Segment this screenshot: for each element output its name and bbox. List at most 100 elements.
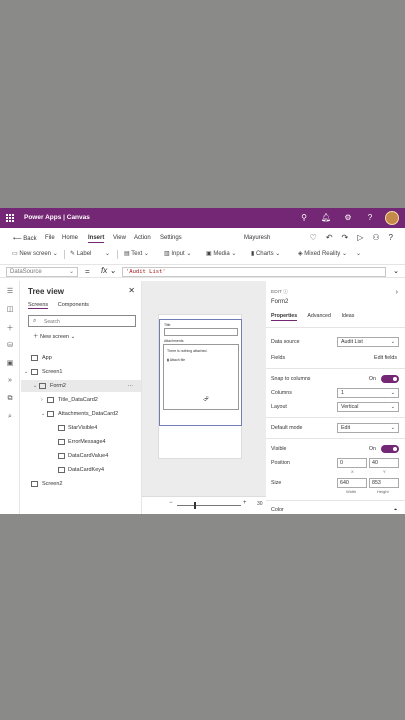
charts-button[interactable]: ▮ Charts ⌄ — [251, 250, 280, 257]
edit-label: EDIT ⓘ — [271, 290, 288, 295]
tab-advanced[interactable]: Advanced — [307, 313, 331, 319]
help-icon[interactable]: ? — [389, 233, 393, 242]
tab-ideas[interactable]: Ideas — [341, 313, 354, 319]
tree-node-screen2[interactable]: Screen2 — [21, 478, 141, 490]
notification-icon[interactable]: 🔔︎ — [321, 213, 331, 223]
more-commands-icon[interactable]: ⌄ — [356, 250, 361, 257]
power-automate-icon[interactable]: » — [5, 377, 15, 387]
position-x-input[interactable]: 0 — [337, 458, 367, 468]
variables-icon[interactable]: ⧉ — [5, 395, 15, 405]
snap-toggle[interactable] — [381, 375, 399, 383]
play-icon[interactable]: ▷ — [357, 233, 363, 242]
menu-action[interactable]: Action — [134, 235, 151, 241]
environment-icon[interactable]: ⚲ — [299, 213, 309, 223]
mixed-reality-button[interactable]: ◈ Mixed Reality ⌄ — [298, 250, 347, 257]
attachments-control[interactable]: There is nothing attached. ▮ Attach file — [163, 344, 239, 410]
tree-node-starvisible[interactable]: StarVisible4 — [21, 422, 141, 434]
menu-home[interactable]: Home — [62, 235, 78, 241]
undo-icon[interactable]: ↶ — [326, 233, 333, 242]
menu-settings[interactable]: Settings — [160, 235, 182, 241]
menu-insert[interactable]: Insert — [88, 235, 105, 243]
visible-toggle[interactable] — [381, 445, 399, 453]
share-icon[interactable]: ⚇ — [372, 233, 379, 242]
tree-node-title-datacard[interactable]: › Title_DataCard2 — [21, 394, 141, 406]
layout-dropdown[interactable]: Vertical ⌄ — [337, 402, 399, 412]
media-button[interactable]: ▣ Media ⌄ — [206, 250, 236, 257]
zoom-level: 30 — [257, 501, 263, 507]
search-icon[interactable]: ⌕ — [5, 413, 15, 423]
position-y-input[interactable]: 40 — [369, 458, 399, 468]
tree-node-errormessage[interactable]: ErrorMessage4 — [21, 436, 141, 448]
app-launcher-icon[interactable] — [6, 214, 14, 222]
new-screen-button[interactable]: ▭ New screen ⌄ — [12, 250, 58, 257]
text-button[interactable]: ▤ Text ⌄ — [124, 250, 149, 257]
chevron-down-icon[interactable]: ⌄ — [33, 380, 37, 392]
tree-node-screen1[interactable]: ⌄ Screen1 — [21, 366, 141, 378]
fx-icon[interactable]: fx ⌄ — [101, 266, 116, 275]
tab-properties[interactable]: Properties — [271, 313, 298, 321]
zoom-in-icon[interactable]: + — [243, 500, 247, 506]
form-icon — [39, 383, 46, 389]
zoom-out-icon[interactable]: − — [169, 500, 173, 506]
media-icon[interactable]: ▣ — [5, 359, 15, 369]
design-canvas[interactable]: Title Attachments There is nothing attac… — [142, 281, 266, 496]
default-mode-dropdown[interactable]: Edit ⌄ — [337, 423, 399, 433]
tree-node-datacardkey[interactable]: DataCardKey4 — [21, 464, 141, 476]
back-button[interactable]: ⟵ Back — [13, 235, 37, 242]
tree-node-form2[interactable]: ⌄ Form2 ··· — [21, 380, 141, 392]
expand-formula-icon[interactable]: ⌄ — [393, 267, 399, 275]
more-options-icon[interactable]: ··· — [128, 380, 134, 392]
formula-input[interactable]: 'Audit List' — [122, 267, 386, 277]
menu-file[interactable]: File — [45, 235, 55, 241]
app-icon — [31, 355, 38, 361]
data-icon[interactable]: ⛁ — [5, 341, 15, 351]
menu-icon[interactable]: ☰ — [5, 287, 15, 297]
fields-row: Fields Edit fields — [271, 355, 397, 361]
close-icon[interactable]: ✕ — [128, 286, 135, 295]
expand-icon[interactable]: ⌄ — [105, 250, 110, 257]
property-dropdown[interactable]: DataSource ⌄ — [6, 267, 78, 277]
height-input[interactable]: 853 — [369, 478, 399, 488]
mouse-cursor-icon: ⮰ — [203, 396, 209, 403]
width-input[interactable]: 640 — [337, 478, 367, 488]
tab-screens[interactable]: Screens — [28, 302, 49, 309]
tab-components[interactable]: Components — [58, 302, 89, 308]
zoom-slider-handle[interactable] — [194, 502, 196, 509]
attach-file-link[interactable]: ▮ Attach file — [167, 358, 185, 362]
health-check-icon[interactable]: ♡ — [310, 233, 317, 242]
chevron-right-icon[interactable]: › — [41, 394, 43, 406]
title-input[interactable] — [164, 328, 238, 336]
chevron-down-icon[interactable]: ⌄ — [24, 366, 28, 378]
search-input[interactable]: ⌕ Search — [28, 315, 136, 327]
data-source-dropdown[interactable]: Audit List ⌄ — [337, 337, 399, 347]
color-row: Color ⌖ — [271, 507, 397, 514]
no-attachment-text: There is nothing attached. — [167, 349, 208, 353]
edit-fields-link[interactable]: Edit fields — [374, 355, 397, 361]
new-screen-button[interactable]: ＋ New screen ⌄ — [33, 332, 75, 340]
columns-dropdown[interactable]: 1 ⌄ — [337, 388, 399, 398]
chevron-down-icon[interactable]: ⌄ — [41, 408, 45, 420]
tree-view-icon[interactable]: ◫ — [5, 305, 15, 315]
menu-view[interactable]: View — [113, 235, 126, 241]
zoom-slider[interactable] — [177, 505, 241, 506]
chevron-right-icon[interactable]: › — [396, 289, 398, 296]
tree-node-datacardvalue[interactable]: DataCardValue4 — [21, 450, 141, 462]
card-icon — [47, 397, 54, 403]
formula-bar: DataSource ⌄ = fx ⌄ 'Audit List' ⌄ — [0, 264, 405, 278]
label-button[interactable]: ✎ Label — [70, 250, 91, 257]
color-picker-icon[interactable]: ⌖ — [394, 507, 397, 514]
redo-icon[interactable]: ↷ — [342, 233, 349, 242]
properties-panel: EDIT ⓘ Form2 › Properties Advanced Ideas… — [266, 281, 405, 514]
tree-node-app[interactable]: App — [21, 352, 141, 364]
tree-node-attachments-datacard[interactable]: ⌄ Attachments_DataCard2 — [21, 408, 141, 420]
input-button[interactable]: ▥ Input ⌄ — [164, 250, 191, 257]
help-icon[interactable]: ? — [365, 213, 375, 223]
insert-icon[interactable]: ＋ — [5, 323, 15, 333]
avatar[interactable] — [385, 211, 399, 225]
card-icon — [47, 411, 54, 417]
settings-icon[interactable]: ⚙ — [343, 213, 353, 223]
form-control[interactable]: Title Attachments There is nothing attac… — [159, 319, 242, 426]
screen-preview: Title Attachments There is nothing attac… — [158, 314, 242, 459]
position-row: Position 0 40 X Y — [271, 458, 399, 474]
default-mode-row: Default mode Edit ⌄ — [271, 423, 399, 435]
